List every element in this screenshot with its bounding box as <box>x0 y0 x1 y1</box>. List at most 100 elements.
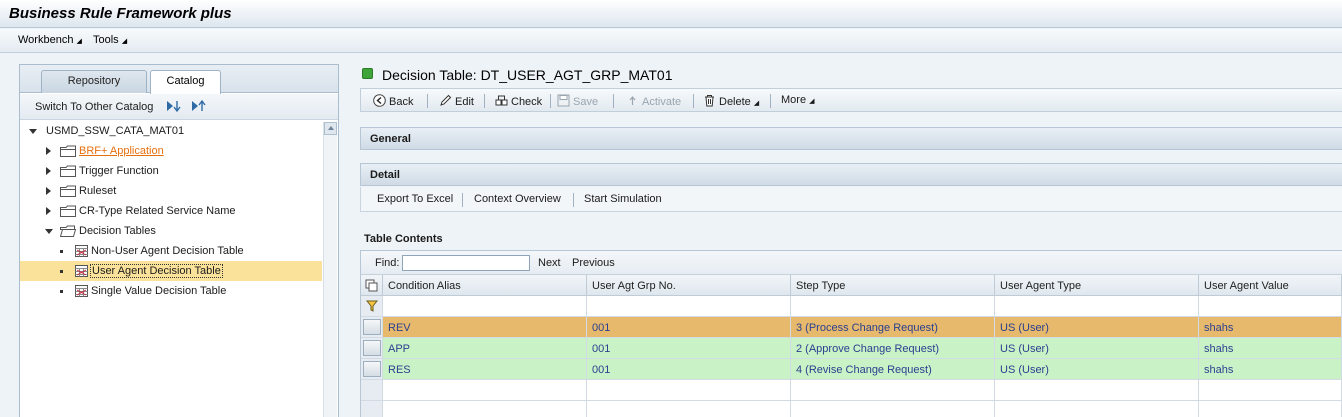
table-cell[interactable]: shahs <box>1199 317 1342 338</box>
column-header[interactable]: Condition Alias <box>383 275 587 296</box>
tab-catalog[interactable]: Catalog <box>150 70 221 94</box>
tree-node-label: Decision Tables <box>79 225 156 237</box>
menu-workbench[interactable]: Workbench ◢ <box>18 34 82 46</box>
tree-node-decision-tables[interactable]: Decision Tables <box>20 221 322 241</box>
filter-row <box>361 296 1342 317</box>
scroll-up-icon[interactable] <box>324 122 337 135</box>
expand-arrow-icon[interactable] <box>46 167 51 175</box>
find-previous-button[interactable]: Previous <box>572 257 615 269</box>
menu-tools[interactable]: Tools ◢ <box>93 34 127 46</box>
tree-node-brf-application[interactable]: BRF+ Application <box>20 141 322 161</box>
collapse-arrow-icon[interactable] <box>29 129 37 134</box>
table-header-row: Condition Alias User Agt Grp No. Step Ty… <box>361 275 1342 296</box>
empty-cell <box>995 380 1199 401</box>
empty-cell <box>995 401 1199 417</box>
check-label: Check <box>511 96 543 108</box>
table-cell[interactable]: 4 (Revise Change Request) <box>791 359 995 380</box>
column-header[interactable]: User Agt Grp No. <box>587 275 791 296</box>
table-cell[interactable]: 2 (Approve Change Request) <box>791 338 995 359</box>
column-header[interactable]: User Agent Value <box>1199 275 1342 296</box>
start-simulation-button[interactable]: Start Simulation <box>584 193 662 205</box>
activate-button[interactable]: Activate <box>626 94 681 108</box>
empty-cell <box>587 401 791 417</box>
table-cell[interactable]: 001 <box>587 359 791 380</box>
expand-all-icon[interactable] <box>166 99 182 113</box>
filter-cell[interactable] <box>361 296 383 317</box>
tree-scrollbar[interactable] <box>323 122 337 417</box>
table-cell[interactable]: US (User) <box>995 317 1199 338</box>
row-select-button[interactable] <box>363 340 381 356</box>
row-selector[interactable] <box>361 338 383 359</box>
select-all-cell[interactable] <box>361 275 383 296</box>
context-overview-button[interactable]: Context Overview <box>474 193 561 205</box>
table-cell[interactable]: 001 <box>587 317 791 338</box>
detail-section-header[interactable]: Detail <box>360 163 1342 186</box>
expand-arrow-icon[interactable] <box>46 207 51 215</box>
tree-node-single-value[interactable]: Single Value Decision Table <box>20 281 322 301</box>
tab-strip: Repository Catalog <box>20 65 338 94</box>
toolbar-separator <box>427 94 428 108</box>
collapse-all-icon[interactable] <box>191 99 207 113</box>
row-selector[interactable] <box>361 359 383 380</box>
table-cell[interactable]: US (User) <box>995 338 1199 359</box>
expand-arrow-icon[interactable] <box>46 147 51 155</box>
switch-catalog-button[interactable]: Switch To Other Catalog <box>35 101 153 113</box>
expand-arrow-icon[interactable] <box>46 187 51 195</box>
tab-repository[interactable]: Repository <box>41 70 147 93</box>
tree-node-label: Single Value Decision Table <box>91 285 227 297</box>
filter-cell[interactable] <box>1199 296 1342 317</box>
more-button[interactable]: More ◢ <box>781 94 814 106</box>
row-select-button[interactable] <box>363 361 381 377</box>
general-section-header[interactable]: General <box>360 127 1342 150</box>
filter-cell[interactable] <box>995 296 1199 317</box>
tree-node-trigger-function[interactable]: Trigger Function <box>20 161 322 181</box>
find-next-button[interactable]: Next <box>538 257 561 269</box>
tree-node-ruleset[interactable]: Ruleset <box>20 181 322 201</box>
column-header[interactable]: User Agent Type <box>995 275 1199 296</box>
back-button[interactable]: Back <box>373 94 413 108</box>
delete-button[interactable]: Delete ◢ <box>703 94 759 108</box>
trash-icon <box>705 95 714 107</box>
select-all-icon[interactable] <box>365 279 378 292</box>
table-contents-label: Table Contents <box>364 233 443 245</box>
table-cell[interactable]: shahs <box>1199 359 1342 380</box>
table-row[interactable]: APP 001 2 (Approve Change Request) US (U… <box>361 338 1342 359</box>
edit-button[interactable]: Edit <box>439 94 474 108</box>
triangle-down-icon: ◢ <box>809 98 815 105</box>
check-button[interactable]: Check <box>495 94 542 108</box>
find-input[interactable] <box>402 255 530 271</box>
filter-cell[interactable] <box>791 296 995 317</box>
tree-node-cr-type[interactable]: CR-Type Related Service Name <box>20 201 322 221</box>
row-select-button[interactable] <box>363 319 381 335</box>
save-button[interactable]: Save <box>557 94 598 108</box>
decision-table-icon <box>75 245 88 257</box>
table-cell[interactable]: shahs <box>1199 338 1342 359</box>
empty-cell <box>1199 380 1342 401</box>
table-cell[interactable]: APP <box>383 338 587 359</box>
collapse-arrow-icon[interactable] <box>45 229 53 234</box>
table-cell[interactable]: RES <box>383 359 587 380</box>
tree-node-label: CR-Type Related Service Name <box>79 205 236 217</box>
filter-cell[interactable] <box>383 296 587 317</box>
table-row[interactable]: RES 001 4 (Revise Change Request) US (Us… <box>361 359 1342 380</box>
column-header[interactable]: Step Type <box>791 275 995 296</box>
table-cell[interactable]: 001 <box>587 338 791 359</box>
filter-cell[interactable] <box>587 296 791 317</box>
filter-icon[interactable] <box>366 300 378 312</box>
decision-table: Find: Next Previous Condition Alias User… <box>360 250 1342 417</box>
find-bar: Find: Next Previous <box>361 251 1342 275</box>
tree-node-non-user-agent[interactable]: Non-User Agent Decision Table <box>20 241 322 261</box>
tree-node-user-agent[interactable]: User Agent Decision Table <box>20 261 322 281</box>
toolbar-separator <box>613 94 614 108</box>
row-selector <box>361 380 383 401</box>
table-cell[interactable]: US (User) <box>995 359 1199 380</box>
table-cell[interactable]: 3 (Process Change Request) <box>791 317 995 338</box>
row-selector[interactable] <box>361 317 383 338</box>
table-row[interactable]: REV 001 3 (Process Change Request) US (U… <box>361 317 1342 338</box>
tree-node-root[interactable]: USMD_SSW_CATA_MAT01 <box>20 121 322 141</box>
activate-label: Activate <box>642 96 682 108</box>
export-to-excel-button[interactable]: Export To Excel <box>377 193 453 205</box>
table-cell[interactable]: REV <box>383 317 587 338</box>
tree-node-label[interactable]: BRF+ Application <box>79 145 164 157</box>
detail-section-label: Detail <box>370 169 400 181</box>
